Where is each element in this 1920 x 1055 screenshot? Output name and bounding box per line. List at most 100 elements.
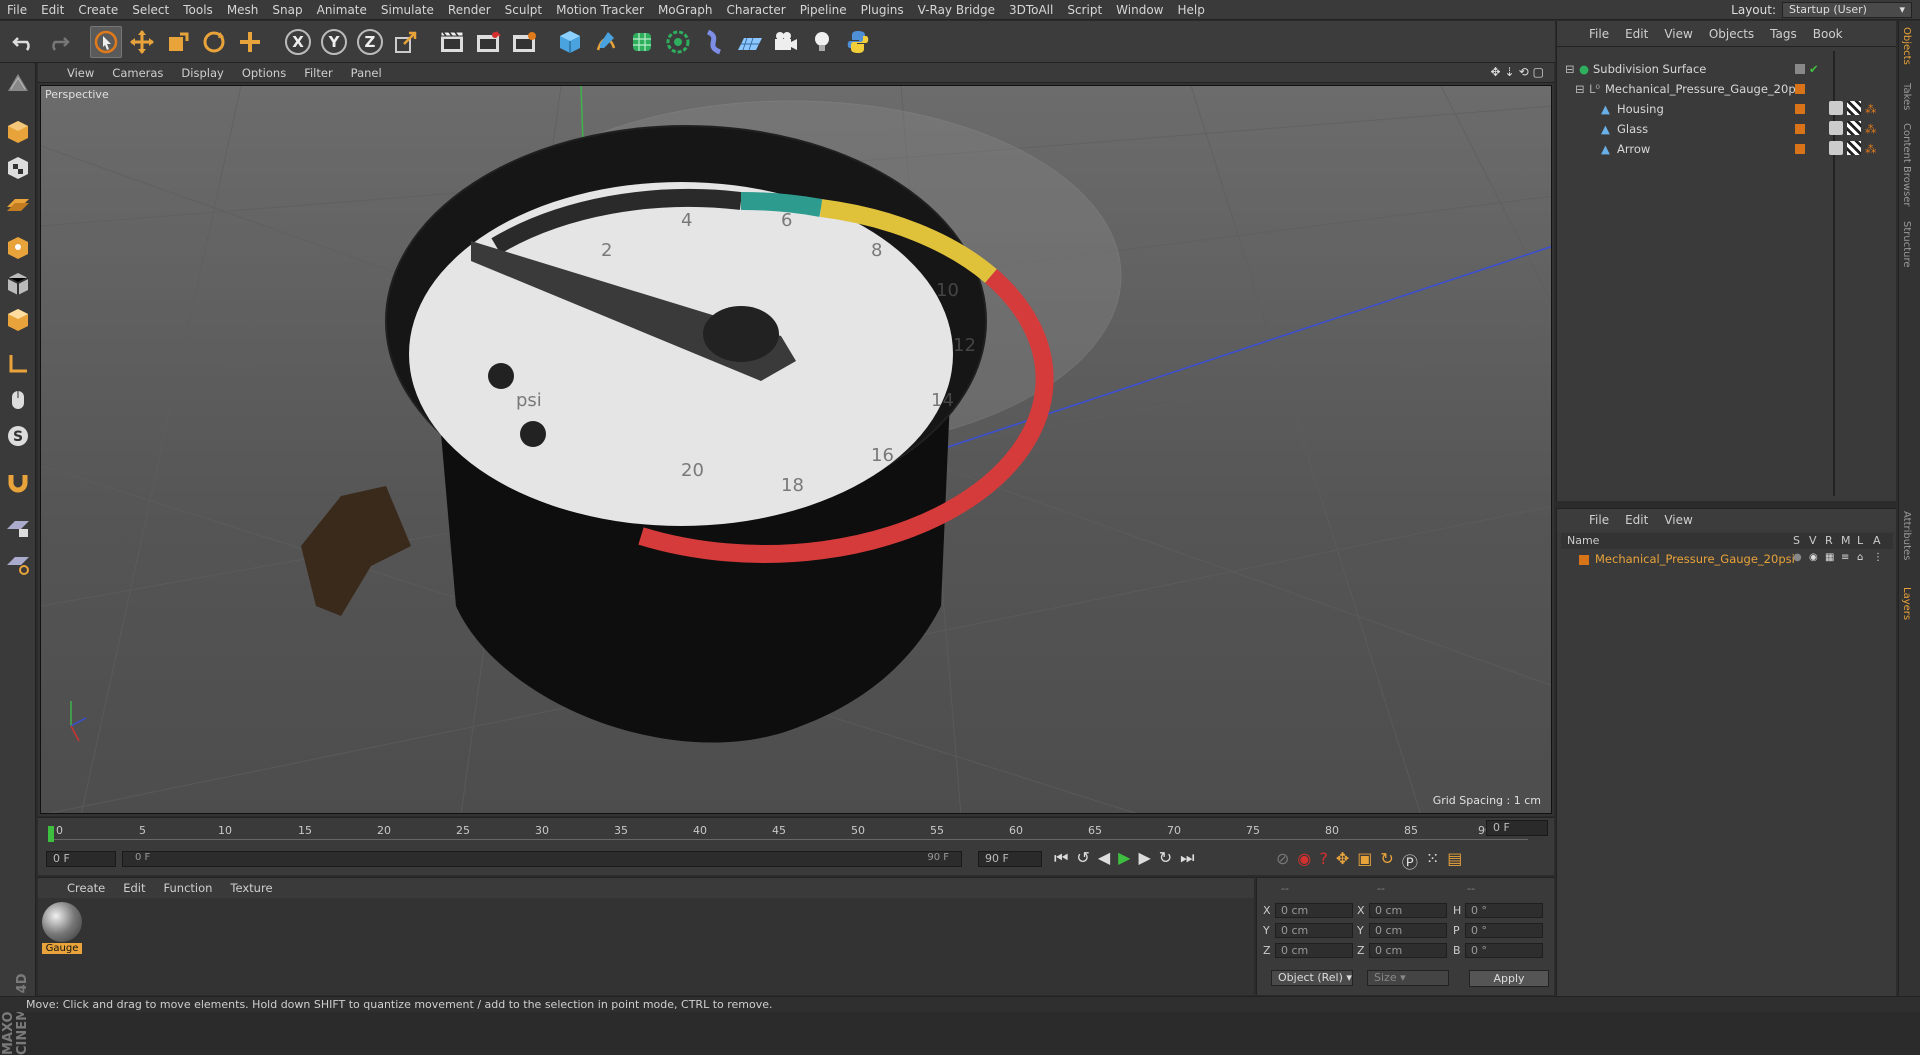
texture-tag-icon[interactable] [1847, 101, 1861, 115]
tab-structure[interactable]: Structure [1901, 221, 1912, 268]
tweak-mode-icon[interactable] [3, 385, 33, 415]
menu-mesh[interactable]: Mesh [220, 0, 266, 20]
record-icon[interactable]: ◉ [1297, 849, 1311, 873]
model-mode-icon[interactable] [3, 117, 33, 147]
menu-vray-bridge[interactable]: V-Ray Bridge [911, 0, 1002, 20]
size-x-field[interactable]: 0 cm [1369, 903, 1447, 918]
menu-motion-tracker[interactable]: Motion Tracker [549, 0, 651, 20]
enable-check-icon[interactable]: ✔ [1809, 59, 1819, 79]
python-icon[interactable] [842, 26, 874, 58]
menu-character[interactable]: Character [719, 0, 792, 20]
layer-manager-icon[interactable]: ≡ [1841, 552, 1849, 563]
object-menu-tags[interactable]: Tags [1762, 27, 1805, 41]
tab-attributes[interactable]: Attributes [1901, 511, 1912, 560]
render-view-icon[interactable] [436, 26, 468, 58]
play-icon[interactable]: ▶ [1118, 848, 1130, 868]
position-z-field[interactable]: 0 cm [1275, 943, 1353, 958]
key-position-icon[interactable]: ✥ [1336, 849, 1349, 873]
lock-workplane-icon[interactable] [3, 513, 33, 543]
coord-mode-select[interactable]: Object (Rel) ▾ [1271, 970, 1353, 986]
current-frame-field[interactable]: 0 F [1486, 820, 1548, 836]
next-frame-icon[interactable]: ▶ [1138, 848, 1150, 868]
pen-icon[interactable] [590, 26, 622, 58]
deformer-icon[interactable] [698, 26, 730, 58]
tab-takes[interactable]: Takes [1901, 83, 1912, 110]
scale-icon[interactable] [162, 26, 194, 58]
texture-tag-icon[interactable] [1847, 141, 1861, 155]
viewport-menu-filter[interactable]: Filter [295, 66, 341, 80]
material-menu-texture[interactable]: Texture [221, 881, 281, 895]
menu-create[interactable]: Create [71, 0, 125, 20]
key-param-icon[interactable]: Ⓟ [1402, 849, 1418, 873]
select-icon[interactable] [90, 26, 122, 58]
frame-range-slider[interactable]: 0 F 90 F [122, 851, 962, 867]
layer-solo-icon[interactable]: ● [1793, 552, 1802, 563]
object-menu-bookmarks[interactable]: Book [1805, 27, 1851, 41]
points-mode-icon[interactable] [3, 233, 33, 263]
position-y-field[interactable]: 0 cm [1275, 923, 1353, 938]
collapse-icon[interactable]: ⊟ [1565, 59, 1575, 79]
position-x-field[interactable]: 0 cm [1275, 903, 1353, 918]
layer-render-icon[interactable]: ▦ [1825, 552, 1834, 563]
rotation-h-field[interactable]: 0 ° [1465, 903, 1543, 918]
menu-plugins[interactable]: Plugins [854, 0, 911, 20]
make-editable-icon[interactable] [3, 69, 33, 99]
layer-color-swatch[interactable] [1579, 555, 1589, 565]
layer-anim-icon[interactable]: ⋮ [1873, 552, 1883, 563]
light-icon[interactable] [806, 26, 838, 58]
menu-3dtoall[interactable]: 3DToAll [1002, 0, 1060, 20]
phong-tag-icon[interactable] [1829, 141, 1843, 155]
menu-mograph[interactable]: MoGraph [651, 0, 720, 20]
timeline-window-icon[interactable]: ▤ [1447, 849, 1462, 873]
rotation-p-field[interactable]: 0 ° [1465, 923, 1543, 938]
rotate-icon[interactable] [198, 26, 230, 58]
key-pla-icon[interactable]: ⁙ [1426, 849, 1439, 873]
viewport-menu-cameras[interactable]: Cameras [103, 66, 172, 80]
pan-icon[interactable]: ✥ [1490, 65, 1500, 79]
start-frame-field[interactable]: 0 F [46, 851, 116, 867]
coord-size-select[interactable]: Size ▾ [1367, 970, 1449, 986]
camera-icon[interactable] [770, 26, 802, 58]
object-menu-file[interactable]: File [1581, 27, 1617, 41]
menu-simulate[interactable]: Simulate [374, 0, 441, 20]
viewport-camera-label[interactable]: Perspective [45, 88, 109, 101]
axis-mode-icon[interactable] [3, 349, 33, 379]
menu-pipeline[interactable]: Pipeline [793, 0, 854, 20]
move-plus-icon[interactable] [234, 26, 266, 58]
snap-icon[interactable]: S [3, 421, 33, 451]
y-axis-icon[interactable]: Y [318, 26, 350, 58]
menu-select[interactable]: Select [125, 0, 176, 20]
magnet-icon[interactable] [3, 467, 33, 497]
end-frame-field[interactable]: 90 F [978, 851, 1042, 867]
texture-mode-icon[interactable] [3, 153, 33, 183]
object-menu-edit[interactable]: Edit [1617, 27, 1656, 41]
3d-viewport[interactable]: 2 4 6 8 10 12 14 16 18 20 psi Perspectiv… [40, 85, 1552, 814]
object-menu-view[interactable]: View [1656, 27, 1700, 41]
menu-render[interactable]: Render [441, 0, 498, 20]
menu-animate[interactable]: Animate [310, 0, 374, 20]
viewport-menu-options[interactable]: Options [233, 66, 295, 80]
tree-row-subdivision-surface[interactable]: ⊟ ● Subdivision Surface ✔ [1557, 59, 1897, 79]
tree-row-housing[interactable]: ▲ Housing ⁂ [1557, 99, 1897, 119]
timeline-ruler[interactable]: 0 5 10 15 20 25 30 35 40 45 50 55 60 65 … [48, 824, 1528, 842]
viewport-menu-panel[interactable]: Panel [342, 66, 391, 80]
collapse-icon[interactable]: ⊟ [1575, 79, 1585, 99]
object-name[interactable]: Subdivision Surface [1593, 59, 1706, 79]
phong-tag-icon[interactable] [1829, 121, 1843, 135]
tree-row-arrow[interactable]: ▲ Arrow ⁂ [1557, 139, 1897, 159]
edit-render-settings-icon[interactable] [508, 26, 540, 58]
coordinate-system-icon[interactable] [390, 26, 422, 58]
object-name[interactable]: Mechanical_Pressure_Gauge_20psi [1605, 79, 1805, 99]
layer-lock-icon[interactable]: ⌂ [1857, 552, 1863, 563]
layer-row[interactable]: Mechanical_Pressure_Gauge_20psi ● ◉ ▦ ≡ … [1561, 551, 1893, 569]
menu-snap[interactable]: Snap [265, 0, 309, 20]
layer-name[interactable]: Mechanical_Pressure_Gauge_20psi [1595, 552, 1795, 566]
object-name[interactable]: Arrow [1617, 139, 1650, 159]
menu-window[interactable]: Window [1109, 0, 1170, 20]
polygons-mode-icon[interactable] [3, 305, 33, 335]
x-axis-icon[interactable]: X [282, 26, 314, 58]
material-menu-create[interactable]: Create [58, 881, 114, 895]
menu-script[interactable]: Script [1060, 0, 1109, 20]
material-tag-icon[interactable]: ⁂ [1865, 119, 1877, 139]
layer-swatch-icon[interactable] [1795, 104, 1805, 114]
